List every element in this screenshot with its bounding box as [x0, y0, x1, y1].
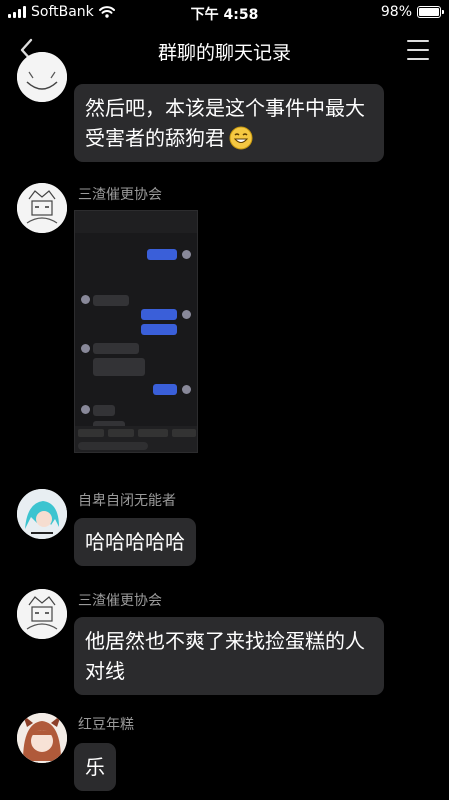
- grin-emoji-icon: [229, 126, 253, 150]
- message-line: 哈哈哈哈哈: [85, 530, 185, 554]
- message-line: 然后吧，本该是这个事件中最大: [85, 96, 365, 120]
- message-line: 对线: [85, 659, 125, 683]
- battery-percent: 98%: [380, 4, 412, 20]
- sender-name: 三渣催更协会: [78, 187, 162, 203]
- avatar[interactable]: [17, 589, 67, 639]
- avatar[interactable]: [17, 713, 67, 763]
- page-title: 群聊的聊天记录: [157, 42, 291, 64]
- sender-name: 自卑自闭无能者: [78, 493, 176, 509]
- image-message[interactable]: [74, 210, 198, 453]
- battery-icon: [417, 6, 444, 18]
- message-bubble[interactable]: 然后吧，本该是这个事件中最大 受害者的舔狗君: [74, 84, 384, 162]
- message-bubble[interactable]: 他居然也不爽了来找捡蛋糕的人 对线: [74, 617, 384, 695]
- sender-name: 红豆年糕: [78, 717, 134, 733]
- message-bubble[interactable]: 哈哈哈哈哈: [74, 518, 196, 566]
- avatar[interactable]: [17, 489, 67, 539]
- message-line: 他居然也不爽了来找捡蛋糕的人: [85, 629, 365, 653]
- avatar[interactable]: [17, 183, 67, 233]
- hamburger-menu-icon[interactable]: [407, 40, 429, 60]
- message-line: 受害者的舔狗君: [85, 126, 225, 150]
- message-line: 乐: [85, 755, 105, 779]
- status-bar: SoftBank 下午 4:58 98%: [0, 0, 449, 24]
- message-bubble[interactable]: 乐: [74, 743, 116, 791]
- message-line-with-emoji: 受害者的舔狗君: [85, 123, 373, 153]
- avatar[interactable]: [17, 52, 67, 102]
- status-right: 98%: [380, 4, 444, 20]
- sender-name: 三渣催更协会: [78, 593, 162, 609]
- navigation-bar: 群聊的聊天记录: [0, 24, 449, 76]
